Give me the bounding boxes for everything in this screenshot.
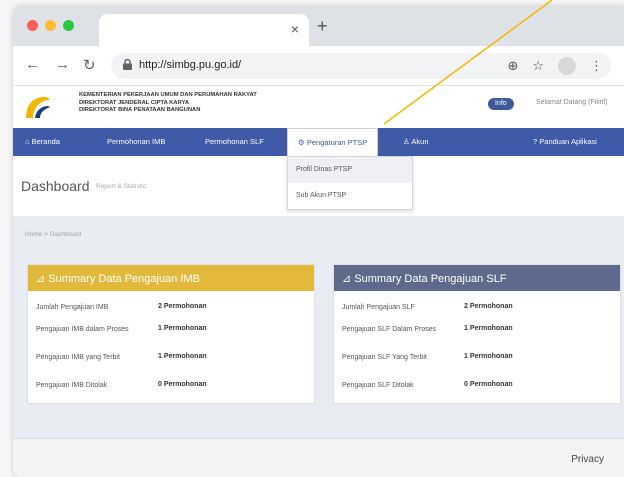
lock-icon xyxy=(123,59,132,70)
info-badge[interactable]: Info xyxy=(488,98,514,110)
url-input[interactable]: http://simbg.pu.go.id/ ⊕ ☆ ⋮ xyxy=(111,53,611,79)
location-icon[interactable]: ⊕ xyxy=(507,58,518,74)
slf-summary-panel: ⊿ Summary Data Pengajuan SLF Jumlah Peng… xyxy=(333,264,621,404)
main-menu: ⌂ Beranda Permohonan IMB Permohonan SLF … xyxy=(13,128,624,156)
browser-window: × + ← → ↻ http://simbg.pu.go.id/ ⊕ ☆ ⋮ K… xyxy=(13,6,624,477)
bottom-bar: Privacy xyxy=(13,438,624,477)
reload-icon[interactable]: ↻ xyxy=(83,56,96,74)
pupr-logo-icon xyxy=(26,96,50,118)
menu-panduan-aplikasi[interactable]: ? Panduan Aplikasi xyxy=(533,137,597,146)
profile-avatar[interactable] xyxy=(558,57,576,75)
imb-summary-panel: ⊿ Summary Data Pengajuan IMB Jumlah Peng… xyxy=(27,264,315,404)
close-window-dot[interactable] xyxy=(27,20,38,31)
page-subtitle: Report & Statistic xyxy=(96,183,147,190)
menu-beranda[interactable]: ⌂ Beranda xyxy=(25,137,60,146)
dropdown-item-profil-dinas[interactable]: Profil Dinas PTSP xyxy=(288,157,412,183)
slf-summary-title: ⊿ Summary Data Pengajuan SLF xyxy=(334,265,620,291)
imb-summary-title: ⊿ Summary Data Pengajuan IMB xyxy=(28,265,314,291)
menu-permohonan-imb[interactable]: Permohonan IMB xyxy=(107,137,165,146)
tab-strip: × + xyxy=(13,6,624,46)
menu-pengaturan-ptsp[interactable]: ⚙ Pengaturan PTSP xyxy=(287,128,379,156)
forward-arrow-icon[interactable]: → xyxy=(55,56,70,73)
ptsp-dropdown: Profil Dinas PTSP Sub Akun PTSP xyxy=(287,156,413,210)
site-header: KEMENTERIAN PEKERJAAN UMUM DAN PERUMAHAN… xyxy=(13,86,624,128)
dashboard-content: Home > Dashboard ⊿ Summary Data Pengajua… xyxy=(13,216,624,438)
breadcrumb[interactable]: Home > Dashboard xyxy=(25,231,82,238)
menu-permohonan-slf[interactable]: Permohonan SLF xyxy=(205,137,264,146)
back-arrow-icon[interactable]: ← xyxy=(25,56,40,73)
maximize-window-dot[interactable] xyxy=(63,20,74,31)
url-text: http://simbg.pu.go.id/ xyxy=(139,59,242,71)
menu-akun[interactable]: ♙ Akun xyxy=(403,137,429,146)
dropdown-item-sub-akun[interactable]: Sub Akun PTSP xyxy=(288,183,412,209)
window-controls xyxy=(27,20,74,31)
ministry-name: KEMENTERIAN PEKERJAAN UMUM DAN PERUMAHAN… xyxy=(79,92,257,114)
privacy-link[interactable]: Privacy xyxy=(571,454,604,465)
welcome-text: Selamat Datang (Fiktif) xyxy=(536,99,608,106)
page-title: Dashboard xyxy=(21,178,90,194)
tab-close-icon[interactable]: × xyxy=(291,21,299,37)
minimize-window-dot[interactable] xyxy=(45,20,56,31)
address-bar-row: ← → ↻ http://simbg.pu.go.id/ ⊕ ☆ ⋮ xyxy=(13,46,624,86)
browser-tab[interactable]: × xyxy=(99,14,309,46)
new-tab-icon[interactable]: + xyxy=(317,16,328,37)
bookmark-star-icon[interactable]: ☆ xyxy=(532,58,544,74)
more-menu-icon[interactable]: ⋮ xyxy=(590,58,603,74)
